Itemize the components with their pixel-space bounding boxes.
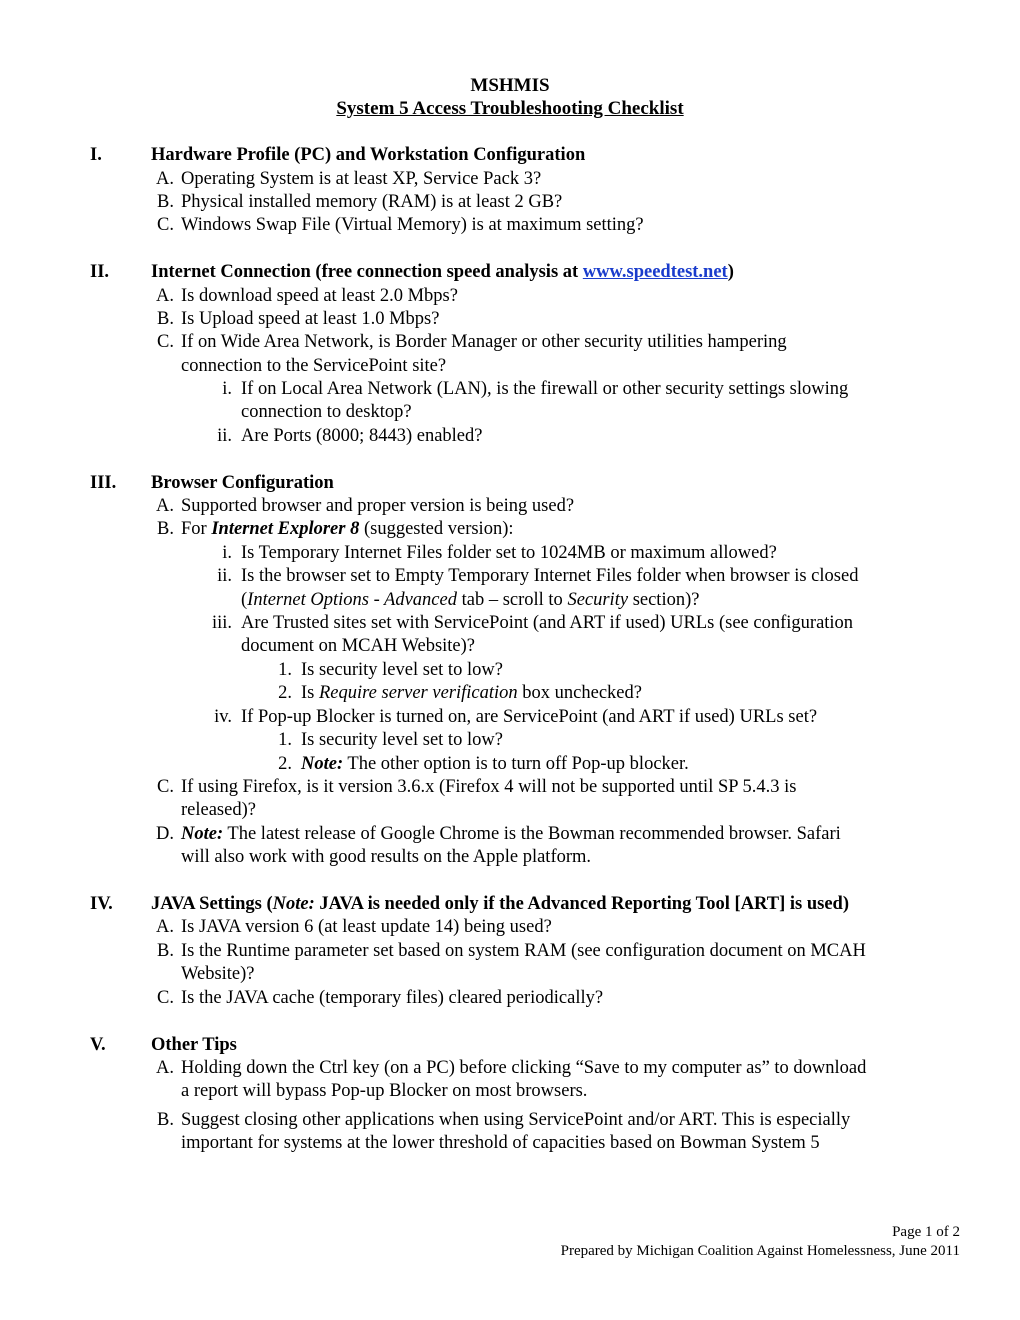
item-label: D. — [156, 824, 174, 844]
section-title-suffix: ) — [727, 262, 734, 282]
section-title: Browser Configuration — [151, 473, 334, 493]
list-item: Operating System is at least XP, Service… — [181, 169, 542, 189]
list-item: Note: The latest release of Google Chrom… — [181, 823, 841, 846]
item-label: 2. — [278, 683, 292, 703]
list-item: Are Trusted sites set with ServicePoint … — [241, 613, 854, 633]
item-text: (suggested version): — [359, 519, 514, 539]
item-emphasis: Internet Options - Advanced — [247, 590, 457, 610]
list-item: Is security level set to low? — [301, 660, 503, 680]
item-text: For — [181, 519, 212, 539]
section-title: Hardware Profile (PC) and Workstation Co… — [151, 145, 586, 165]
item-text: box unchecked? — [517, 683, 642, 703]
list-item: If Pop-up Blocker is turned on, are Serv… — [241, 707, 818, 727]
list-item: For Internet Explorer 8 (suggested versi… — [181, 518, 514, 541]
item-label: A. — [156, 169, 174, 189]
section-title-text: JAVA is needed only if the Advanced Repo… — [314, 894, 850, 914]
section-title-emphasis: Note: — [272, 894, 315, 914]
list-item-continuation: released)? — [181, 800, 256, 820]
list-item: Windows Swap File (Virtual Memory) is at… — [181, 215, 644, 235]
list-item: If on Wide Area Network, is Border Manag… — [181, 332, 787, 352]
list-item-continuation: connection to the ServicePoint site? — [181, 356, 447, 376]
footer-credit: Prepared by Michigan Coalition Against H… — [560, 1243, 960, 1259]
item-label: iv. — [214, 707, 232, 727]
list-item: Is download speed at least 2.0 Mbps? — [181, 286, 458, 306]
item-label: ii. — [217, 426, 232, 446]
section-number: IV. — [90, 894, 113, 914]
list-item: Is JAVA version 6 (at least update 14) b… — [181, 917, 552, 937]
item-label: B. — [157, 1110, 174, 1130]
section-title: Internet Connection (free connection spe… — [151, 261, 734, 284]
item-label: A. — [156, 286, 174, 306]
list-item: Is the JAVA cache (temporary files) clea… — [181, 988, 604, 1008]
list-item: Is the browser set to Empty Temporary In… — [241, 566, 859, 586]
item-label: B. — [157, 519, 174, 539]
item-label: C. — [157, 215, 174, 235]
list-item: Is the Runtime parameter set based on sy… — [181, 941, 866, 961]
list-item-continuation: (Internet Options - Advanced tab – scrol… — [241, 589, 699, 612]
list-item: Is Upload speed at least 1.0 Mbps? — [181, 309, 440, 329]
item-label: C. — [157, 988, 174, 1008]
list-item: If using Firefox, is it version 3.6.x (F… — [181, 777, 797, 797]
item-label: B. — [157, 192, 174, 212]
item-label: 2. — [278, 754, 292, 774]
list-item: Are Ports (8000; 8443) enabled? — [241, 426, 483, 446]
item-emphasis: Note: — [301, 754, 344, 774]
section-title: Other Tips — [151, 1035, 237, 1055]
item-label: 1. — [278, 660, 292, 680]
item-label: A. — [156, 496, 174, 516]
section-number: II. — [90, 262, 110, 282]
item-text: The other option is to turn off Pop-up b… — [343, 754, 689, 774]
item-emphasis: Note: — [181, 824, 224, 844]
item-emphasis: Require server verification — [319, 683, 518, 703]
item-text: Is — [301, 683, 319, 703]
item-text: section)? — [628, 590, 700, 610]
list-item: Is Temporary Internet Files folder set t… — [241, 543, 777, 563]
list-item: Physical installed memory (RAM) is at le… — [181, 192, 563, 212]
list-item-continuation: will also work with good results on the … — [181, 847, 592, 867]
item-label: iii. — [211, 613, 232, 633]
document-subtitle: System 5 Access Troubleshooting Checklis… — [336, 98, 684, 119]
item-label: A. — [156, 1058, 174, 1078]
section-title-text: JAVA Settings ( — [151, 894, 273, 914]
item-label: i. — [222, 543, 232, 563]
item-label: B. — [157, 941, 174, 961]
item-label: ii. — [217, 566, 232, 586]
list-item: Holding down the Ctrl key (on a PC) befo… — [181, 1058, 867, 1078]
list-item: Is Require server verification box unche… — [301, 682, 642, 705]
list-item-continuation: a report will bypass Pop-up Blocker on m… — [181, 1081, 588, 1101]
item-label: A. — [156, 917, 174, 937]
section-number: I. — [90, 145, 102, 165]
item-label: i. — [222, 379, 232, 399]
item-emphasis: Internet Explorer 8 — [211, 519, 360, 539]
item-label: 1. — [278, 730, 292, 750]
list-item-continuation: connection to desktop? — [241, 402, 412, 422]
item-label: B. — [157, 309, 174, 329]
list-item: Note: The other option is to turn off Po… — [301, 753, 689, 776]
section-title-text: Internet Connection (free connection spe… — [151, 262, 583, 282]
section-number: III. — [90, 473, 117, 493]
item-text: tab – scroll to — [456, 590, 568, 610]
list-item-continuation: document on MCAH Website)? — [241, 636, 476, 656]
list-item: Is security level set to low? — [301, 730, 503, 750]
item-label: C. — [157, 777, 174, 797]
list-item-continuation: Website)? — [181, 964, 255, 984]
item-text: The latest release of Google Chrome is t… — [223, 824, 841, 844]
list-item-continuation: important for systems at the lower thres… — [181, 1133, 820, 1153]
item-label: C. — [157, 332, 174, 352]
list-item: If on Local Area Network (LAN), is the f… — [241, 379, 849, 399]
document-title: MSHMIS — [470, 75, 550, 96]
list-item: Supported browser and proper version is … — [181, 496, 575, 516]
list-item: Suggest closing other applications when … — [181, 1110, 851, 1130]
section-title: JAVA Settings (Note: JAVA is needed only… — [151, 893, 849, 916]
section-number: V. — [90, 1035, 106, 1055]
item-emphasis: Security — [567, 590, 629, 610]
speedtest-link[interactable]: www.speedtest.net — [583, 262, 728, 282]
page-number: Page 1 of 2 — [892, 1224, 960, 1240]
